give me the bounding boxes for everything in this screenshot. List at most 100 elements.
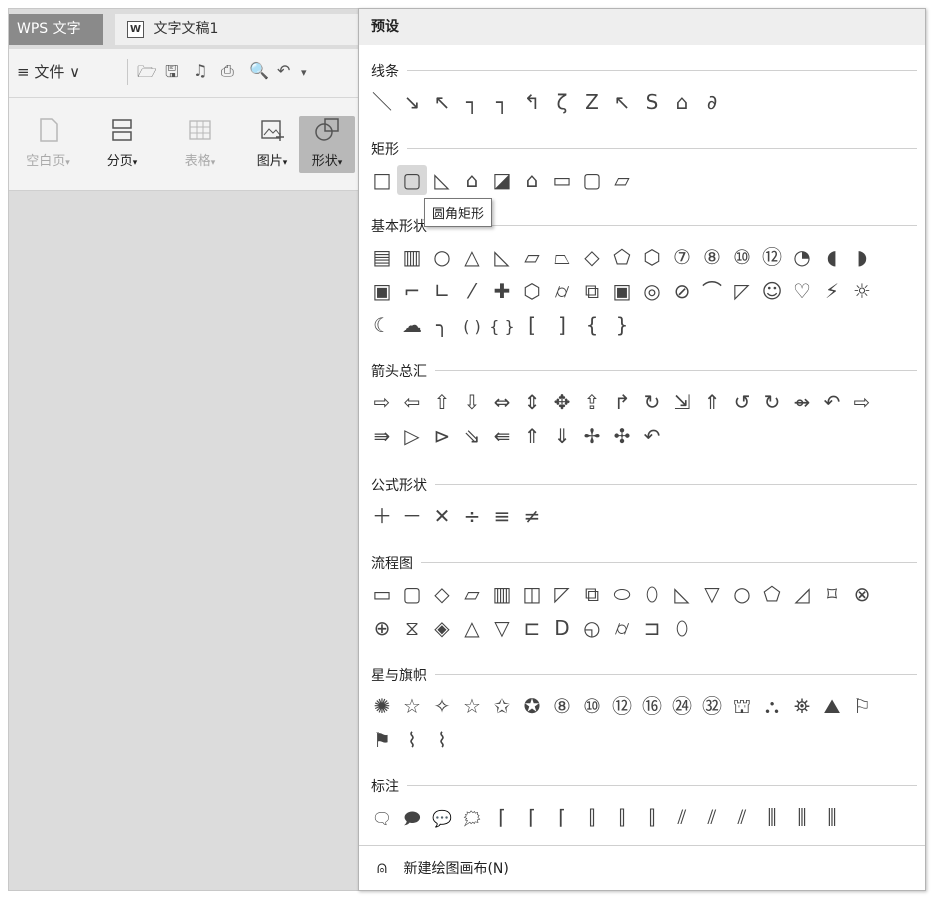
shape-button[interactable]: S [637,87,667,117]
format-painter-icon[interactable]: ♫ [193,61,207,80]
open-icon[interactable]: 🗁 [137,61,157,88]
shape-button[interactable]: ⑧ [697,242,727,272]
shape-button[interactable]: ⇴ [787,387,817,417]
shape-button[interactable]: ✣ [607,421,637,451]
shape-button[interactable]: ⌇ [427,725,457,755]
shape-button[interactable]: ✩ [487,691,517,721]
shape-button[interactable]: ◇ [427,579,457,609]
shape-button[interactable]: ▱ [517,242,547,272]
shape-button[interactable]: ▱ [607,165,637,195]
shape-button[interactable]: ⁄ [457,276,487,306]
shape-button[interactable]: ⑦ [667,242,697,272]
shape-button[interactable]: ⚑ [367,725,397,755]
file-menu[interactable]: ≡ 文件 ∨ [17,61,80,82]
ribbon-button-2[interactable]: 表格▾ [169,116,231,173]
shape-button[interactable]: ↺ [727,387,757,417]
shape-button[interactable]: ⑧ [547,691,577,721]
shape-button[interactable]: ≡ [487,501,517,531]
shape-button[interactable]: ⫿ [637,802,667,832]
shape-button[interactable]: ⫼ [817,802,847,832]
shape-button[interactable]: ○ [727,579,757,609]
shape-button[interactable]: ⛰ [817,691,847,721]
shape-button[interactable]: ◸ [727,276,757,306]
shape-button[interactable]: ⫿ [577,802,607,832]
undo-dropdown-icon[interactable]: ▾ [301,66,307,79]
shape-button[interactable]: ✺ [367,691,397,721]
shape-button[interactable]: ✪ [517,691,547,721]
shape-button[interactable]: ◺ [427,165,457,195]
shape-button[interactable]: ⑫ [607,691,637,721]
shape-button[interactable]: ⬯ [637,579,667,609]
shape-button[interactable]: ⇑ [697,387,727,417]
shape-button[interactable]: ⧖ [397,613,427,643]
shape-button[interactable]: ⚐ [847,691,877,721]
shape-button[interactable]: ◈ [427,613,457,643]
shape-button[interactable]: ◗ [847,242,877,272]
shape-button[interactable]: ◪ [487,165,517,195]
shape-button[interactable]: ✢ [577,421,607,451]
shape-button[interactable]: ☾ [367,310,397,340]
shape-button[interactable]: ⇚ [487,421,517,451]
shape-button[interactable]: ⊘ [667,276,697,306]
shape-button[interactable]: ⇧ [427,387,457,417]
shape-button[interactable]: ⌇ [397,725,427,755]
shape-button[interactable]: ⇪ [577,387,607,417]
shape-button[interactable]: ┐ [457,87,487,117]
shape-button[interactable]: ↻ [757,387,787,417]
tab-document[interactable]: W 文字文稿1 [115,14,361,45]
shape-button[interactable]: ⊗ [847,579,877,609]
shape-button[interactable]: ⌭ [607,613,637,643]
shape-button[interactable]: ⫽ [697,802,727,832]
shape-button[interactable]: ⇓ [547,421,577,451]
shape-button[interactable]: ⌂ [667,87,697,117]
shape-button[interactable]: ▽ [697,579,727,609]
new-drawing-canvas-button[interactable]: ⍝ 新建绘图画布(N) [373,855,509,882]
shape-button[interactable]: － [397,501,427,531]
shape-button[interactable]: ⇛ [367,421,397,451]
shape-button[interactable]: ◺ [487,242,517,272]
shape-button[interactable]: ] [547,310,577,340]
shape-button[interactable]: ≠ [517,501,547,531]
shape-button[interactable]: ⌈ [547,802,577,832]
document-canvas[interactable] [9,191,361,890]
ribbon-button-3[interactable]: 图片▾ [241,116,303,173]
shape-button[interactable]: ⛯ [787,691,817,721]
shape-button[interactable]: ⇨ [367,387,397,417]
shape-button[interactable]: ⬠ [757,579,787,609]
shape-button[interactable]: [ [517,310,547,340]
shape-button[interactable]: ( ) [457,312,487,342]
shape-button[interactable]: ⌑ [817,579,847,609]
shape-button[interactable]: ⏢ [547,242,577,272]
shape-button[interactable]: ⑩ [727,242,757,272]
shape-button[interactable]: ▥ [397,242,427,272]
shape-button[interactable]: ☆ [397,691,427,721]
shape-button[interactable]: ⫽ [727,802,757,832]
shape-button[interactable]: ⌂ [517,165,547,195]
shape-button[interactable]: ⌈ [487,802,517,832]
shape-button[interactable]: ▱ [457,579,487,609]
shape-button[interactable]: ↰ [517,87,547,117]
shape-button[interactable]: 🗩 [397,804,427,834]
shape-button[interactable]: 🗯 [457,804,487,834]
tab-wps-writer[interactable]: WPS 文字 [9,14,103,45]
shape-button[interactable]: Ζ [577,87,607,117]
save-icon[interactable]: 🖫 [165,61,179,88]
ribbon-button-1[interactable]: 分页▾ [91,116,153,173]
shape-button[interactable]: ▢ [397,165,427,195]
shape-button[interactable]: ✕ [427,501,457,531]
shape-button[interactable]: ⚡ [817,276,847,306]
shape-button[interactable]: ⑫ [757,242,787,272]
shape-button[interactable]: ╮ [427,310,457,340]
shape-button[interactable]: ↻ [637,387,667,417]
shape-button[interactable]: ◸ [547,579,577,609]
shape-button[interactable]: ⫽ [667,802,697,832]
shape-button[interactable]: } [607,310,637,340]
shape-button[interactable]: ┐ [487,87,517,117]
shape-button[interactable]: ⑯ [637,691,667,721]
shape-button[interactable]: ＋ [367,501,397,531]
shape-button[interactable]: ⌈ [517,802,547,832]
shape-button[interactable]: ↘ [397,87,427,117]
shape-button[interactable]: ⬯ [667,613,697,643]
shape-button[interactable]: ⇔ [487,387,517,417]
shape-button[interactable]: ▽ [487,613,517,643]
